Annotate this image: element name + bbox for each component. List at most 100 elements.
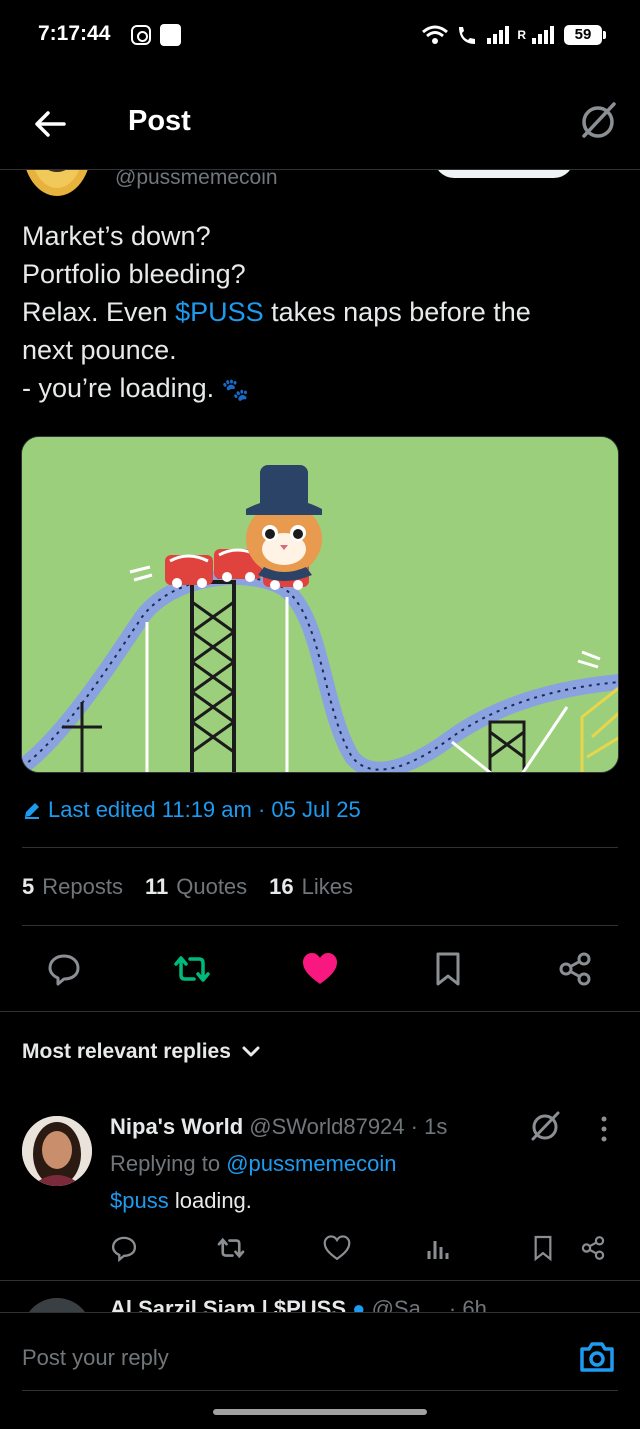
post-text-segment: Relax. Even [22,297,176,327]
quotes-stat[interactable]: 11 Quotes [145,874,247,900]
share-button[interactable] [553,945,597,993]
reply-icon [111,1236,137,1262]
repost-icon [217,1237,245,1259]
back-arrow-icon [35,111,66,137]
cashtag-link[interactable]: $puss [110,1188,169,1213]
like-button[interactable] [298,945,342,993]
post-image[interactable] [21,436,619,773]
grok-icon [531,1111,560,1141]
reply-text: $puss loading. [110,1188,252,1214]
reply-repost-button[interactable] [216,1230,246,1266]
quotes-count: 11 [144,874,169,899]
verified-badge-icon: ● [352,1296,366,1312]
post-text: Market’s down? Portfolio bleeding? Relax… [22,217,622,409]
header-divider [0,169,640,170]
camera-button[interactable] [578,1339,616,1375]
post-text-line: Market’s down? [22,221,211,251]
divider [0,1280,640,1281]
reply-grok-button[interactable] [529,1110,561,1142]
share-icon [559,952,591,986]
status-time: 7:17:44 [38,22,111,45]
reply-text-rest: loading. [168,1188,252,1213]
top-bar: Post [0,80,640,168]
reply-bookmark-button[interactable] [528,1230,558,1266]
reply-action-bar [0,1230,640,1270]
reply-views-button[interactable] [423,1230,453,1266]
composer-underline [22,1390,618,1391]
battery-level: 59 [564,25,606,45]
grok-icon [582,102,616,138]
replies-sort-dropdown[interactable]: Most relevant replies [22,1040,261,1064]
post-text-line: - you’re loading. 🐾 [22,369,622,409]
last-edited-link[interactable]: Last edited 11:19 am · 05 Jul 25 [22,797,361,823]
app-notification-icon [160,24,181,46]
share-icon [581,1236,605,1260]
back-button[interactable] [28,102,72,146]
post-text-line: next pounce. [22,335,177,365]
replying-to-prefix: Replying to [110,1151,227,1176]
reply-like-button[interactable] [322,1230,352,1266]
likes-count: 16 [269,874,294,899]
repost-button[interactable] [170,945,214,993]
post-text-line: Relax. Even $PUSS takes naps before the [22,293,622,331]
replying-to-handle[interactable]: @pussmemecoin [226,1151,396,1176]
chevron-down-icon [242,1046,260,1057]
cashtag-link[interactable]: $PUSS [175,297,264,327]
reply-author-name: Al Sarzil Siam | $PUSS [110,1296,347,1312]
views-icon [427,1241,449,1259]
home-indicator[interactable] [213,1409,427,1415]
reply-input[interactable]: Post your reply [22,1345,169,1371]
reposts-count: 5 [22,874,35,899]
reposts-stat[interactable]: 5 Reposts [22,874,123,900]
bookmark-icon [534,1235,552,1262]
instagram-notification-icon [131,25,151,45]
reply-author-name: Nipa's World [110,1114,244,1139]
status-indicators: R 59 [421,22,606,48]
reply-composer: Post your reply [0,1312,640,1400]
volte-call-icon [459,27,476,44]
reply-avatar[interactable] [22,1298,92,1312]
reply-reply-button[interactable] [109,1230,139,1266]
post-action-bar [0,945,640,995]
roaming-indicator: R [517,28,526,42]
reply-item[interactable]: Al Sarzil Siam | $PUSS ● @Sa… · 6h [0,1282,640,1312]
reply-handle-time: @Sa… · 6h [371,1296,487,1312]
last-edited-text: Last edited 11:19 am · 05 Jul 25 [48,797,361,822]
reply-author[interactable]: Nipa's World @SWorld87924 · 1s [110,1114,447,1140]
pencil-icon [25,803,39,819]
repost-icon [174,956,210,982]
signal-bars-icon [487,26,510,44]
page-title: Post [128,105,191,137]
reply-button[interactable] [42,945,86,993]
reply-more-button[interactable] [592,1114,616,1144]
quotes-label: Quotes [176,874,248,899]
reply-avatar[interactable] [22,1116,92,1186]
bookmark-icon [436,952,460,986]
post-text-segment: takes naps before the [263,297,531,327]
likes-stat[interactable]: 16 Likes [269,874,353,900]
likes-label: Likes [301,874,354,899]
post-stats: 5 Reposts 11 Quotes 16 Likes [22,874,353,900]
post-text-segment: - you’re loading. [22,373,222,403]
divider [22,925,618,926]
camera-icon [580,1342,614,1372]
divider [0,1011,640,1012]
replying-to: Replying to @pussmemecoin [110,1151,396,1177]
reply-author[interactable]: Al Sarzil Siam | $PUSS ● @Sa… · 6h [110,1296,487,1312]
bookmark-button[interactable] [426,945,470,993]
reposts-label: Reposts [42,874,123,899]
grok-button[interactable] [578,100,618,140]
replies-sort-label: Most relevant replies [22,1040,231,1063]
wifi-icon [422,25,449,44]
reply-share-button[interactable] [578,1230,608,1266]
paw-icon: 🐾 [221,377,250,402]
more-icon [601,1116,607,1142]
reply-icon [48,954,80,986]
heart-icon [303,953,337,984]
post-text-line: Portfolio bleeding? [22,259,246,289]
signal-bars-2-icon [532,26,554,44]
status-bar: 7:17:44 R 59 [0,0,640,72]
reply-handle-time: @SWorld87924 · 1s [249,1114,448,1139]
divider [22,847,618,848]
heart-icon [323,1235,351,1261]
